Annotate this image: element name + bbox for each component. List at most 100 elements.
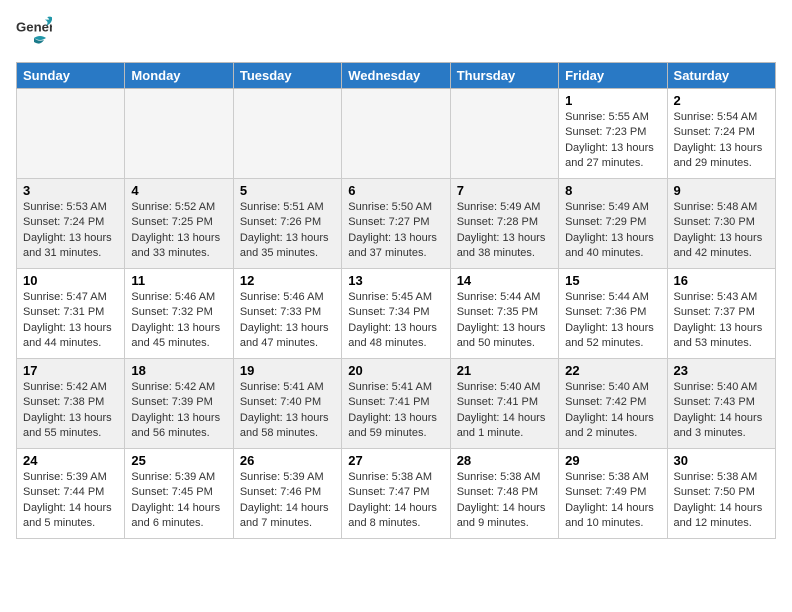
calendar-cell: 3 Sunrise: 5:53 AM Sunset: 7:24 PM Daylig… xyxy=(17,179,125,269)
calendar-cell: 22 Sunrise: 5:40 AM Sunset: 7:42 PM Dayli… xyxy=(559,359,667,449)
calendar-cell: 27 Sunrise: 5:38 AM Sunset: 7:47 PM Dayli… xyxy=(342,449,450,539)
week-row-4: 17 Sunrise: 5:42 AM Sunset: 7:38 PM Dayli… xyxy=(17,359,776,449)
day-info: Sunrise: 5:38 AM Sunset: 7:49 PM Dayligh… xyxy=(565,470,660,532)
calendar-cell xyxy=(450,89,558,179)
calendar-cell: 24Sunrise: 5:39 AM Sunset: 7:44 PM Dayli… xyxy=(17,449,125,539)
day-number: 8 xyxy=(565,183,660,198)
calendar-cell: 21Sunrise: 5:40 AM Sunset: 7:41 PM Dayli… xyxy=(450,359,558,449)
week-row-1: 1 Sunrise: 5:55 AM Sunset: 7:23 PM Daylig… xyxy=(17,89,776,179)
day-info: Sunrise: 5:39 AM Sunset: 7:46 PM Dayligh… xyxy=(240,470,335,532)
calendar-cell: 25 Sunrise: 5:39 AM Sunset: 7:45 PM Dayli… xyxy=(125,449,233,539)
day-number: 25 xyxy=(131,453,226,468)
day-info: Sunrise: 5:45 AM Sunset: 7:34 PM Dayligh… xyxy=(348,290,443,352)
weekday-header-wednesday: Wednesday xyxy=(342,63,450,89)
calendar-cell: 20 Sunrise: 5:41 AM Sunset: 7:41 PM Dayli… xyxy=(342,359,450,449)
day-info: Sunrise: 5:39 AM Sunset: 7:45 PM Dayligh… xyxy=(131,470,226,532)
calendar-cell xyxy=(342,89,450,179)
svg-text:General: General xyxy=(16,20,52,35)
calendar-cell: 28 Sunrise: 5:38 AM Sunset: 7:48 PM Dayli… xyxy=(450,449,558,539)
day-number: 23 xyxy=(674,363,769,378)
calendar-cell xyxy=(125,89,233,179)
day-number: 15 xyxy=(565,273,660,288)
day-info: Sunrise: 5:42 AM Sunset: 7:39 PM Dayligh… xyxy=(131,380,226,442)
calendar-cell: 12 Sunrise: 5:46 AM Sunset: 7:33 PM Dayli… xyxy=(233,269,341,359)
day-info: Sunrise: 5:38 AM Sunset: 7:47 PM Dayligh… xyxy=(348,470,443,532)
day-info: Sunrise: 5:40 AM Sunset: 7:43 PM Dayligh… xyxy=(674,380,769,442)
day-number: 20 xyxy=(348,363,443,378)
calendar-cell: 11 Sunrise: 5:46 AM Sunset: 7:32 PM Dayli… xyxy=(125,269,233,359)
calendar-cell xyxy=(233,89,341,179)
calendar-cell: 26Sunrise: 5:39 AM Sunset: 7:46 PM Dayli… xyxy=(233,449,341,539)
day-info: Sunrise: 5:38 AM Sunset: 7:50 PM Dayligh… xyxy=(674,470,769,532)
day-info: Sunrise: 5:47 AM Sunset: 7:31 PM Dayligh… xyxy=(23,290,118,352)
calendar-cell xyxy=(17,89,125,179)
weekday-header-monday: Monday xyxy=(125,63,233,89)
day-number: 7 xyxy=(457,183,552,198)
day-number: 11 xyxy=(131,273,226,288)
weekday-header-friday: Friday xyxy=(559,63,667,89)
calendar-cell: 19Sunrise: 5:41 AM Sunset: 7:40 PM Dayli… xyxy=(233,359,341,449)
calendar-cell: 6 Sunrise: 5:50 AM Sunset: 7:27 PM Daylig… xyxy=(342,179,450,269)
calendar-cell: 13 Sunrise: 5:45 AM Sunset: 7:34 PM Dayli… xyxy=(342,269,450,359)
page-header: General xyxy=(16,16,776,54)
calendar-cell: 15 Sunrise: 5:44 AM Sunset: 7:36 PM Dayli… xyxy=(559,269,667,359)
week-row-5: 24Sunrise: 5:39 AM Sunset: 7:44 PM Dayli… xyxy=(17,449,776,539)
calendar-table: SundayMondayTuesdayWednesdayThursdayFrid… xyxy=(16,62,776,539)
day-number: 3 xyxy=(23,183,118,198)
day-number: 10 xyxy=(23,273,118,288)
bird-icon xyxy=(20,34,48,54)
calendar-cell: 23 Sunrise: 5:40 AM Sunset: 7:43 PM Dayli… xyxy=(667,359,775,449)
day-number: 13 xyxy=(348,273,443,288)
calendar-cell: 10 Sunrise: 5:47 AM Sunset: 7:31 PM Dayli… xyxy=(17,269,125,359)
day-info: Sunrise: 5:41 AM Sunset: 7:40 PM Dayligh… xyxy=(240,380,335,442)
day-number: 9 xyxy=(674,183,769,198)
day-number: 28 xyxy=(457,453,552,468)
day-info: Sunrise: 5:46 AM Sunset: 7:33 PM Dayligh… xyxy=(240,290,335,352)
day-number: 29 xyxy=(565,453,660,468)
calendar-cell: 7 Sunrise: 5:49 AM Sunset: 7:28 PM Daylig… xyxy=(450,179,558,269)
day-number: 16 xyxy=(674,273,769,288)
day-info: Sunrise: 5:38 AM Sunset: 7:48 PM Dayligh… xyxy=(457,470,552,532)
day-number: 12 xyxy=(240,273,335,288)
day-info: Sunrise: 5:50 AM Sunset: 7:27 PM Dayligh… xyxy=(348,200,443,262)
day-info: Sunrise: 5:52 AM Sunset: 7:25 PM Dayligh… xyxy=(131,200,226,262)
day-info: Sunrise: 5:40 AM Sunset: 7:42 PM Dayligh… xyxy=(565,380,660,442)
weekday-header-tuesday: Tuesday xyxy=(233,63,341,89)
calendar-cell: 29 Sunrise: 5:38 AM Sunset: 7:49 PM Dayli… xyxy=(559,449,667,539)
calendar-cell: 18 Sunrise: 5:42 AM Sunset: 7:39 PM Dayli… xyxy=(125,359,233,449)
day-info: Sunrise: 5:49 AM Sunset: 7:28 PM Dayligh… xyxy=(457,200,552,262)
calendar-cell: 17 Sunrise: 5:42 AM Sunset: 7:38 PM Dayli… xyxy=(17,359,125,449)
day-info: Sunrise: 5:43 AM Sunset: 7:37 PM Dayligh… xyxy=(674,290,769,352)
day-info: Sunrise: 5:44 AM Sunset: 7:36 PM Dayligh… xyxy=(565,290,660,352)
calendar-cell: 16 Sunrise: 5:43 AM Sunset: 7:37 PM Dayli… xyxy=(667,269,775,359)
day-number: 21 xyxy=(457,363,552,378)
weekday-header-thursday: Thursday xyxy=(450,63,558,89)
day-info: Sunrise: 5:55 AM Sunset: 7:23 PM Dayligh… xyxy=(565,110,660,172)
day-info: Sunrise: 5:51 AM Sunset: 7:26 PM Dayligh… xyxy=(240,200,335,262)
day-number: 30 xyxy=(674,453,769,468)
day-number: 14 xyxy=(457,273,552,288)
weekday-header-row: SundayMondayTuesdayWednesdayThursdayFrid… xyxy=(17,63,776,89)
logo: General xyxy=(16,16,52,54)
calendar-cell: 30 Sunrise: 5:38 AM Sunset: 7:50 PM Dayli… xyxy=(667,449,775,539)
weekday-header-sunday: Sunday xyxy=(17,63,125,89)
day-info: Sunrise: 5:48 AM Sunset: 7:30 PM Dayligh… xyxy=(674,200,769,262)
day-number: 27 xyxy=(348,453,443,468)
day-info: Sunrise: 5:54 AM Sunset: 7:24 PM Dayligh… xyxy=(674,110,769,172)
day-number: 22 xyxy=(565,363,660,378)
day-number: 1 xyxy=(565,93,660,108)
day-info: Sunrise: 5:53 AM Sunset: 7:24 PM Dayligh… xyxy=(23,200,118,262)
day-info: Sunrise: 5:41 AM Sunset: 7:41 PM Dayligh… xyxy=(348,380,443,442)
calendar-cell: 9 Sunrise: 5:48 AM Sunset: 7:30 PM Daylig… xyxy=(667,179,775,269)
day-number: 6 xyxy=(348,183,443,198)
day-info: Sunrise: 5:49 AM Sunset: 7:29 PM Dayligh… xyxy=(565,200,660,262)
weekday-header-saturday: Saturday xyxy=(667,63,775,89)
calendar-cell: 14 Sunrise: 5:44 AM Sunset: 7:35 PM Dayli… xyxy=(450,269,558,359)
day-info: Sunrise: 5:46 AM Sunset: 7:32 PM Dayligh… xyxy=(131,290,226,352)
day-info: Sunrise: 5:44 AM Sunset: 7:35 PM Dayligh… xyxy=(457,290,552,352)
calendar-cell: 4Sunrise: 5:52 AM Sunset: 7:25 PM Daylig… xyxy=(125,179,233,269)
day-number: 18 xyxy=(131,363,226,378)
calendar-cell: 2Sunrise: 5:54 AM Sunset: 7:24 PM Daylig… xyxy=(667,89,775,179)
day-number: 17 xyxy=(23,363,118,378)
day-info: Sunrise: 5:42 AM Sunset: 7:38 PM Dayligh… xyxy=(23,380,118,442)
